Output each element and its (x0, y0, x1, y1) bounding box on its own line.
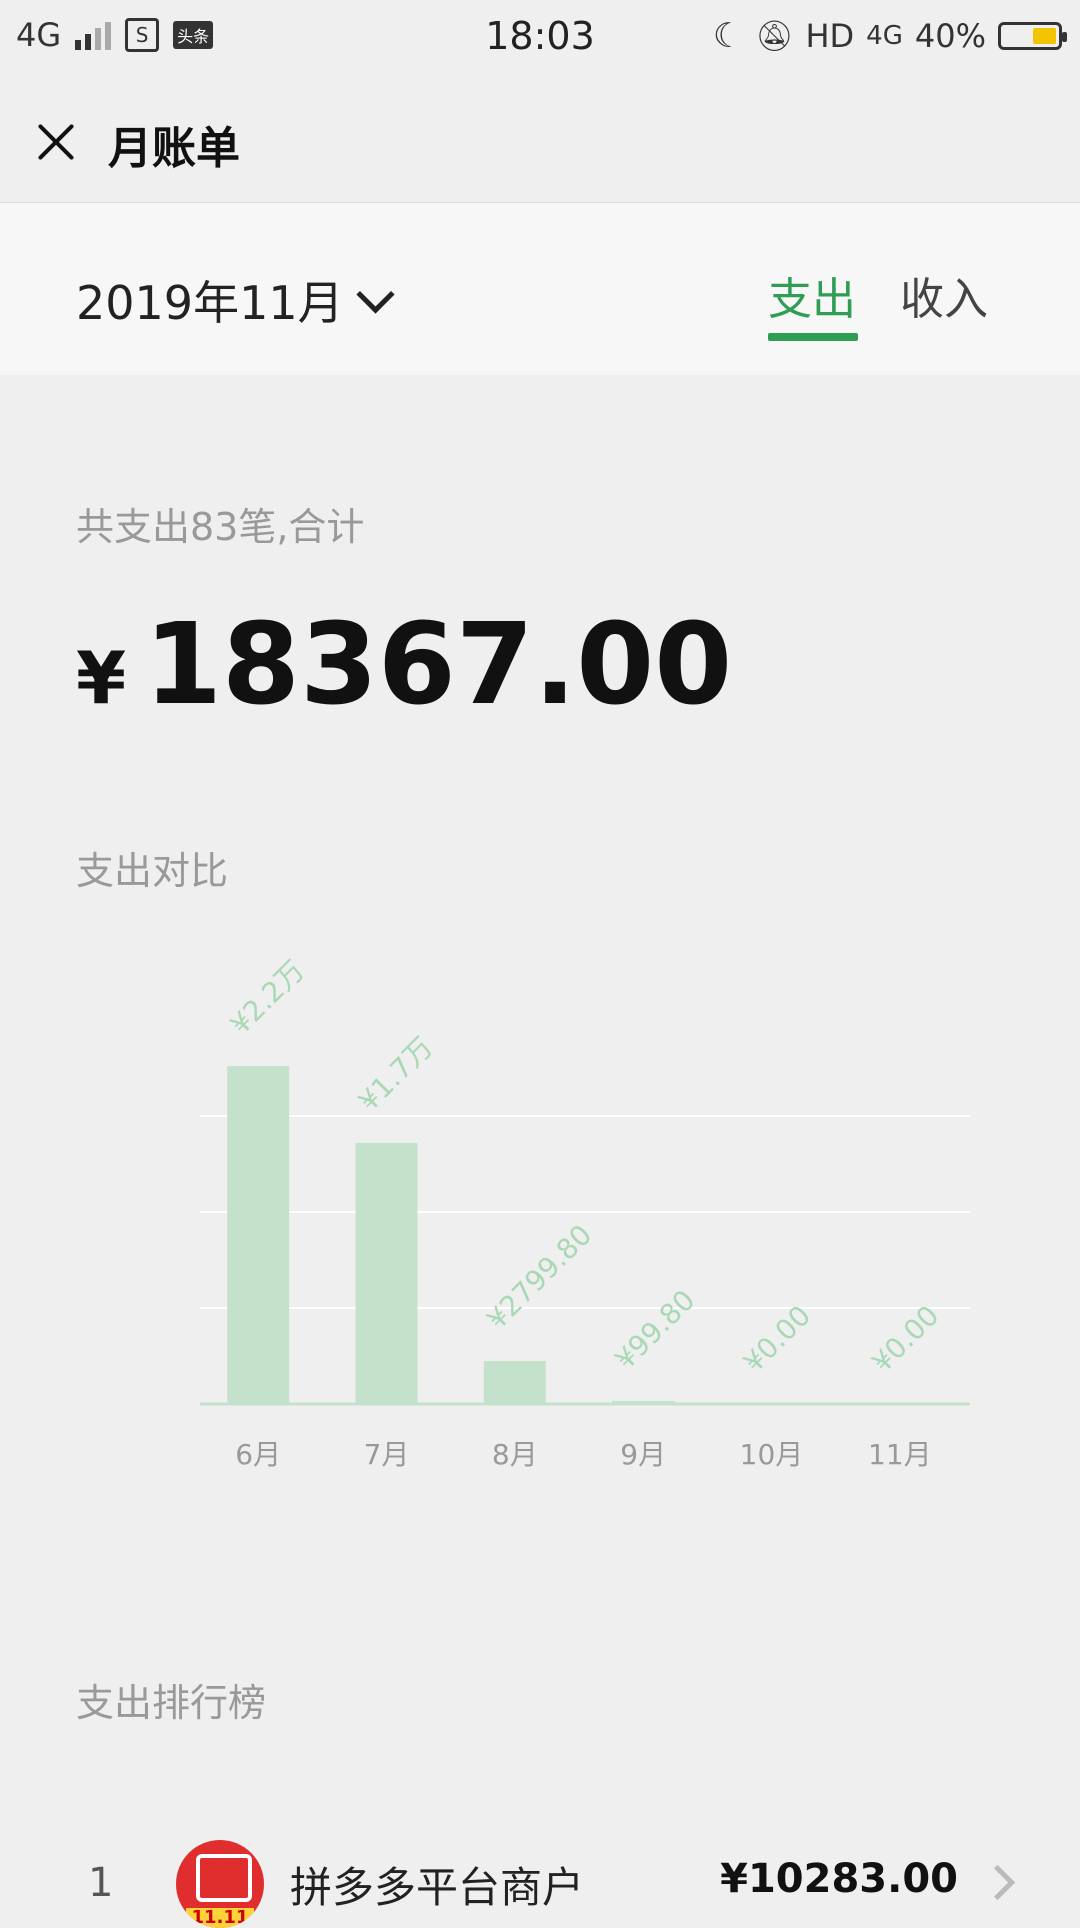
comparison-title: 支出对比 (76, 849, 229, 893)
data-label-4: ¥0.00 (737, 1299, 817, 1379)
network-type-right: 4G (866, 21, 903, 51)
tick-label-3: 9月 (620, 1438, 666, 1471)
merchant-name: 拼多多平台商户 (290, 1863, 585, 1912)
summary-label: 共支出83笔,合计 (76, 505, 365, 549)
ranking-row[interactable]: 1 11.11 拼多多平台商户 ¥10283.00 (0, 1820, 1080, 1928)
tick-label-5: 11月 (868, 1438, 932, 1471)
data-label-1: ¥1.7万 (352, 1031, 439, 1118)
ranking-title: 支出排行榜 (76, 1681, 267, 1725)
currency-symbol: ¥ (76, 636, 127, 720)
bar-1 (355, 1142, 418, 1404)
data-label-2: ¥2799.80 (480, 1218, 598, 1336)
chevron-right-icon (979, 1864, 1016, 1901)
rank-number: 1 (88, 1860, 114, 1906)
tick-label-2: 8月 (492, 1438, 538, 1471)
nav-bar: 月账单 (0, 76, 1080, 203)
data-label-3: ¥99.80 (609, 1283, 702, 1376)
tick-label-1: 7月 (364, 1438, 410, 1471)
tick-label-0: 6月 (235, 1438, 281, 1471)
expense-comparison-chart: ¥2.2万 6月 ¥1.7万 7月 ¥2799.80 8月 ¥99.80 9月 ¥0.00 10月… (200, 954, 970, 1471)
month-selector[interactable]: 2019年11月 (76, 267, 395, 333)
logo-tag: 11.11 (186, 1908, 254, 1928)
bar-3 (612, 1401, 675, 1404)
status-right: ☾ 🔕︎ HD 4G 40% (712, 16, 1067, 56)
total-amount: 18367.00 (144, 600, 733, 730)
active-tab-indicator (768, 333, 858, 341)
page-title: 月账单 (108, 123, 240, 174)
merchant-logo-icon: 11.11 (176, 1840, 264, 1928)
tab-expense[interactable]: 支出 (768, 263, 856, 327)
mute-bell-icon: 🔕︎ (755, 18, 794, 54)
battery-icon (998, 22, 1067, 50)
data-label-5: ¥0.00 (865, 1299, 945, 1379)
filter-bar: 2019年11月 支出 收入 (0, 203, 1080, 375)
bar-2 (483, 1360, 546, 1404)
chevron-down-icon (356, 274, 395, 314)
close-button[interactable] (28, 114, 84, 170)
status-bar: 4G S 头条 18:03 ☾ 🔕︎ HD 4G 40% (0, 0, 1080, 76)
moon-icon: ☾ (712, 16, 744, 56)
month-label: 2019年11月 (76, 276, 344, 330)
tab-income[interactable]: 收入 (900, 263, 988, 327)
bar-0 (227, 1066, 290, 1404)
summary-amount: ¥ 18367.00 (76, 600, 732, 730)
data-label-0: ¥2.2万 (224, 954, 311, 1041)
merchant-amount: ¥10283.00 (720, 1856, 958, 1902)
tick-label-4: 10月 (740, 1438, 804, 1471)
hd-indicator: HD (805, 17, 855, 55)
battery-percent: 40% (914, 17, 986, 55)
